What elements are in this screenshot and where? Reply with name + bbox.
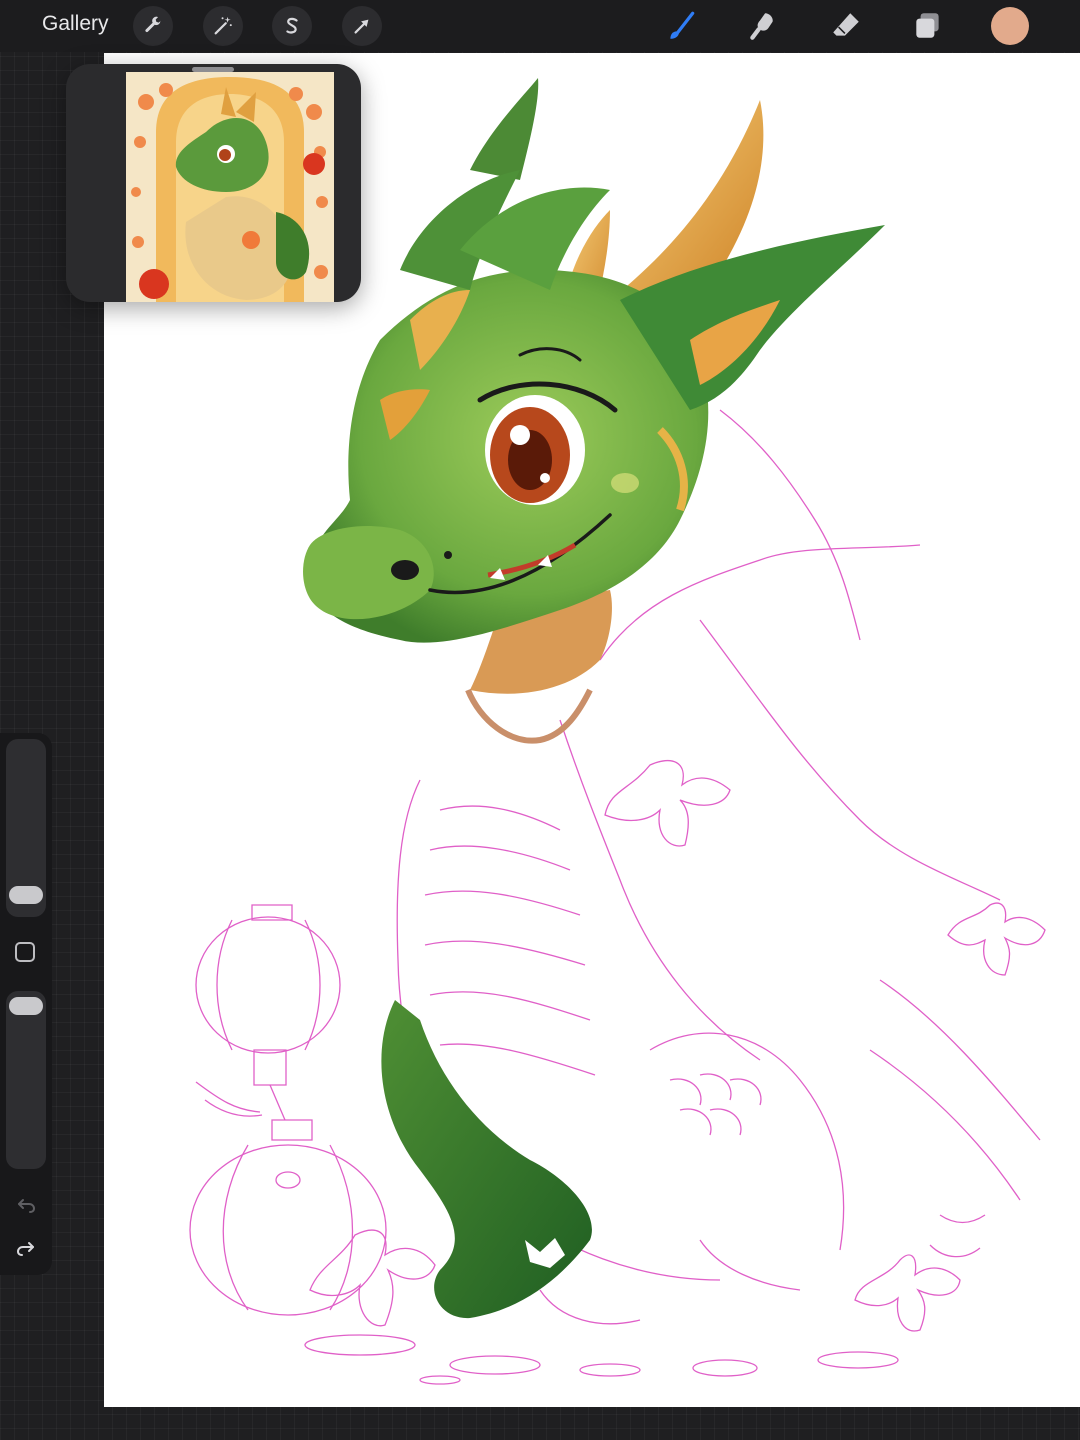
brush-tool-button[interactable]	[661, 6, 701, 46]
selection-s-icon	[286, 17, 298, 34]
dragon-arm	[381, 1000, 592, 1319]
undo-button[interactable]	[12, 1190, 40, 1218]
transform-tool-button[interactable]	[342, 6, 382, 46]
left-sidebar	[0, 733, 52, 1275]
selection-tool-button[interactable]	[272, 6, 312, 46]
wrench-icon	[145, 16, 162, 33]
layers-icon	[916, 13, 939, 38]
opacity-knob[interactable]	[9, 997, 43, 1015]
transform-arrow-icon	[354, 19, 369, 34]
smudge-tool-button[interactable]	[743, 6, 783, 46]
top-toolbar: Gallery	[0, 0, 1080, 52]
color-swatch[interactable]	[991, 7, 1029, 45]
magic-wand-icon	[214, 16, 232, 35]
undo-icon	[18, 1199, 36, 1213]
modify-square-button[interactable]	[15, 942, 35, 962]
actions-wrench-icon[interactable]	[133, 6, 173, 46]
brush-icon	[670, 11, 695, 39]
gallery-button[interactable]: Gallery	[42, 12, 109, 36]
reference-image	[126, 72, 334, 302]
redo-button[interactable]	[12, 1233, 40, 1261]
smudge-icon	[750, 13, 773, 40]
eraser-tool-button[interactable]	[826, 6, 866, 46]
brush-size-knob[interactable]	[9, 885, 43, 904]
eraser-icon	[833, 13, 859, 36]
layers-button[interactable]	[908, 6, 948, 46]
adjustments-wand-icon[interactable]	[203, 6, 243, 46]
brush-size-slider[interactable]	[6, 739, 46, 917]
opacity-slider[interactable]	[6, 991, 46, 1169]
reference-drag-handle[interactable]	[192, 67, 234, 72]
redo-icon	[16, 1242, 34, 1256]
reference-window[interactable]	[66, 64, 361, 302]
